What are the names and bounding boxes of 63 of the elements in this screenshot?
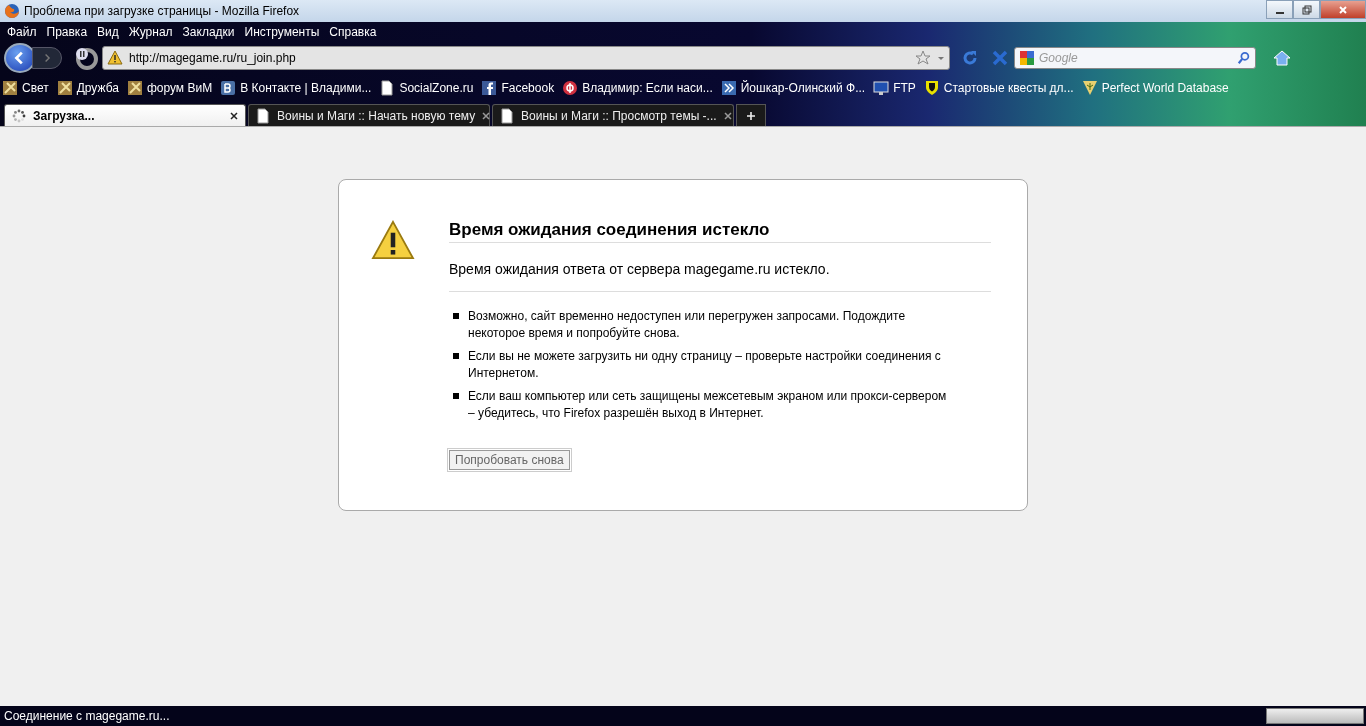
browser-logo-icon: [4, 3, 20, 19]
game-emblem-icon: [2, 80, 18, 96]
bullet-icon: [453, 393, 459, 399]
search-engine-icon: [1019, 50, 1035, 66]
search-icon[interactable]: [1237, 51, 1251, 65]
page-icon: [379, 80, 396, 96]
suggestion-text: Если вы не можете загрузить ни одну страницу – проверьте настройки соединения с Интернетом.: [468, 348, 942, 382]
pause-reload-icon[interactable]: [74, 46, 98, 70]
browser-tab[interactable]: Воины и Маги :: Начать новую тему: [248, 104, 490, 126]
suggestion-text: Если ваш компьютер или сеть защищены межсетевым экраном или прокси-сервером – убедитесь, что Firefox разрешён выход в Интернет.: [468, 388, 948, 422]
browser-tab[interactable]: Воины и Маги :: Просмотр темы -...: [492, 104, 734, 126]
bullet-icon: [453, 353, 459, 359]
window-title: Проблема при загрузке страницы - Mozilla Firefox: [24, 4, 301, 18]
vk-icon: [220, 80, 237, 96]
bookmark-item[interactable]: FTP: [873, 80, 916, 96]
address-field[interactable]: http://magegame.ru/ru_join.php: [102, 46, 950, 70]
bookmark-item[interactable]: Стартовые квесты дл...: [923, 80, 1074, 96]
suggestion-text: Возможно, сайт временно недоступен или перегружен запросами. Подождите некоторое время и попробуйте снова.: [468, 308, 907, 342]
game-emblem-icon: [126, 80, 143, 96]
error-title: Время ожидания соединения истекло: [449, 220, 991, 243]
close-button[interactable]: [1320, 0, 1366, 19]
menu-item[interactable]: Журнал: [123, 25, 178, 39]
badge-icon: [1081, 80, 1098, 96]
bookmark-item[interactable]: SocialZone.ru: [379, 80, 474, 96]
restore-icon: [1301, 4, 1312, 15]
close-tab-icon[interactable]: [722, 110, 733, 121]
home-icon[interactable]: [1272, 48, 1292, 68]
bookmark-item[interactable]: Свет: [2, 80, 49, 96]
menu-item[interactable]: Инструменты: [239, 25, 325, 39]
menu-item[interactable]: Файл: [2, 25, 42, 39]
new-tab-button[interactable]: [736, 104, 766, 126]
round-emblem-icon: [562, 80, 579, 96]
bullet-icon: [453, 313, 459, 319]
minimize-button[interactable]: [1266, 0, 1293, 19]
minimize-icon: [1275, 11, 1284, 14]
close-tab-icon[interactable]: [229, 110, 239, 121]
bookmark-item[interactable]: Владимир: Если наси...: [562, 80, 713, 96]
star-icon[interactable]: [915, 50, 931, 66]
menu-item[interactable]: Справка: [324, 25, 382, 39]
plus-icon: [746, 110, 756, 121]
bookmark-item[interactable]: Facebook: [481, 80, 555, 96]
browser-tab[interactable]: Загрузка...: [4, 104, 246, 126]
bookmark-item[interactable]: Йошкар-Олинский Ф...: [720, 80, 866, 96]
warning-icon: [371, 220, 415, 260]
shield-icon: [923, 80, 940, 96]
menu-item[interactable]: Закладки: [177, 25, 240, 39]
close-tab-icon[interactable]: [481, 110, 492, 121]
menu-item[interactable]: Правка: [41, 25, 93, 39]
try-again-button[interactable]: Попробовать снова: [449, 450, 570, 470]
error-message: Время ожидания ответа от сервера magegame.ru истекло.: [449, 261, 991, 292]
status-text: Соединение с magegame.ru...: [4, 709, 170, 723]
warning-icon: [107, 50, 123, 66]
dropdown-caret-icon[interactable]: [937, 54, 945, 62]
bookmark-item[interactable]: форум ВиМ: [126, 80, 213, 96]
game-emblem-icon: [56, 80, 73, 96]
bookmark-item[interactable]: Perfect World Database: [1081, 80, 1229, 96]
close-icon: [1338, 4, 1348, 15]
monitor-icon: [873, 80, 890, 96]
bookmark-item[interactable]: В Контакте | Владими...: [220, 80, 372, 96]
menu-item[interactable]: Вид: [92, 25, 124, 39]
facebook-icon: [481, 80, 498, 96]
bookmark-item[interactable]: Дружба: [56, 80, 119, 96]
restore-button[interactable]: [1293, 0, 1320, 19]
